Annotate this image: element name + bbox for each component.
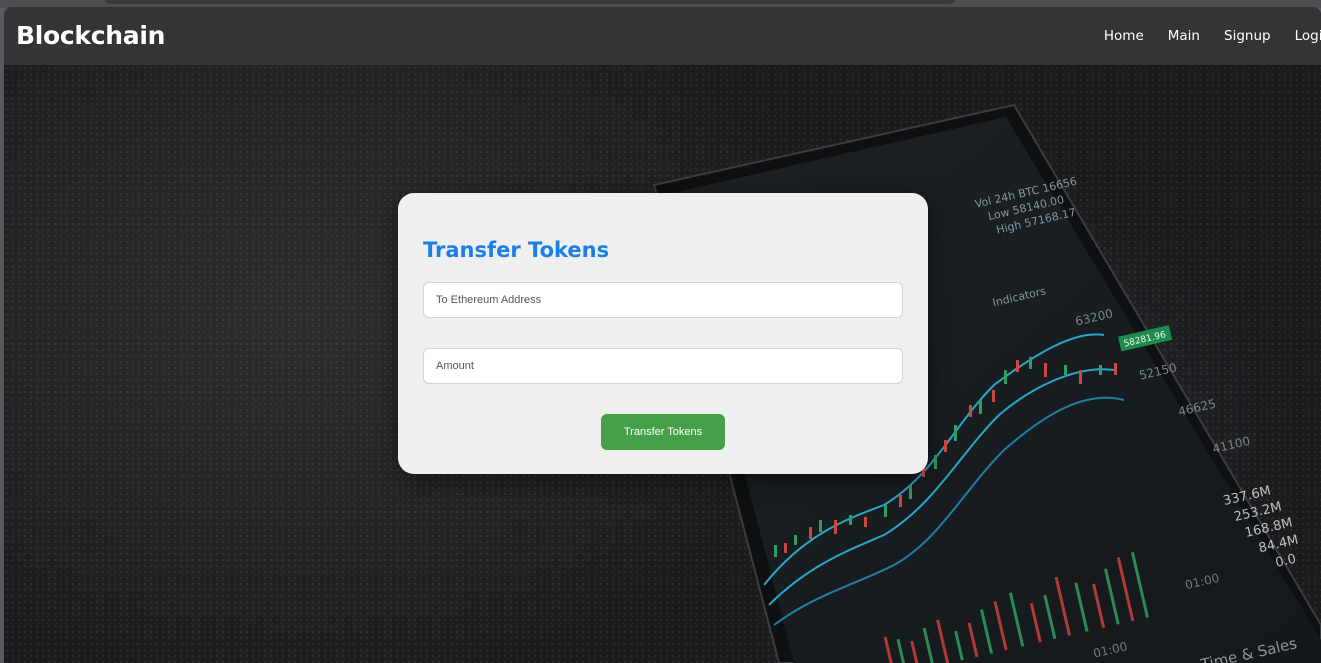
amount-input[interactable] bbox=[423, 348, 903, 384]
brand-logo-text[interactable]: Blockchain bbox=[16, 21, 165, 50]
price-axis-label: 41100 bbox=[1211, 434, 1251, 456]
nav-link-login[interactable]: Login bbox=[1295, 28, 1321, 44]
transfer-title: Transfer Tokens bbox=[423, 238, 610, 262]
browser-address-bar bbox=[105, 0, 955, 4]
nav-link-main[interactable]: Main bbox=[1168, 28, 1200, 44]
nav-link-signup[interactable]: Signup bbox=[1224, 28, 1271, 44]
transfer-tokens-button[interactable]: Transfer Tokens bbox=[601, 414, 725, 450]
hero-background: Vol 24h BTC 16656 Low 58140.00 High 5716… bbox=[4, 65, 1321, 663]
ethereum-address-input[interactable] bbox=[423, 282, 903, 318]
nav-link-home[interactable]: Home bbox=[1104, 28, 1144, 44]
navbar: Blockchain Home Main Signup Login bbox=[4, 7, 1321, 66]
nav-links: Home Main Signup Login bbox=[1080, 7, 1321, 65]
app-window: Blockchain Home Main Signup Login Vol 24… bbox=[4, 7, 1321, 663]
transfer-card: Transfer Tokens Transfer Tokens bbox=[398, 193, 928, 474]
volume-axis-label: 0.0 bbox=[1274, 552, 1298, 571]
